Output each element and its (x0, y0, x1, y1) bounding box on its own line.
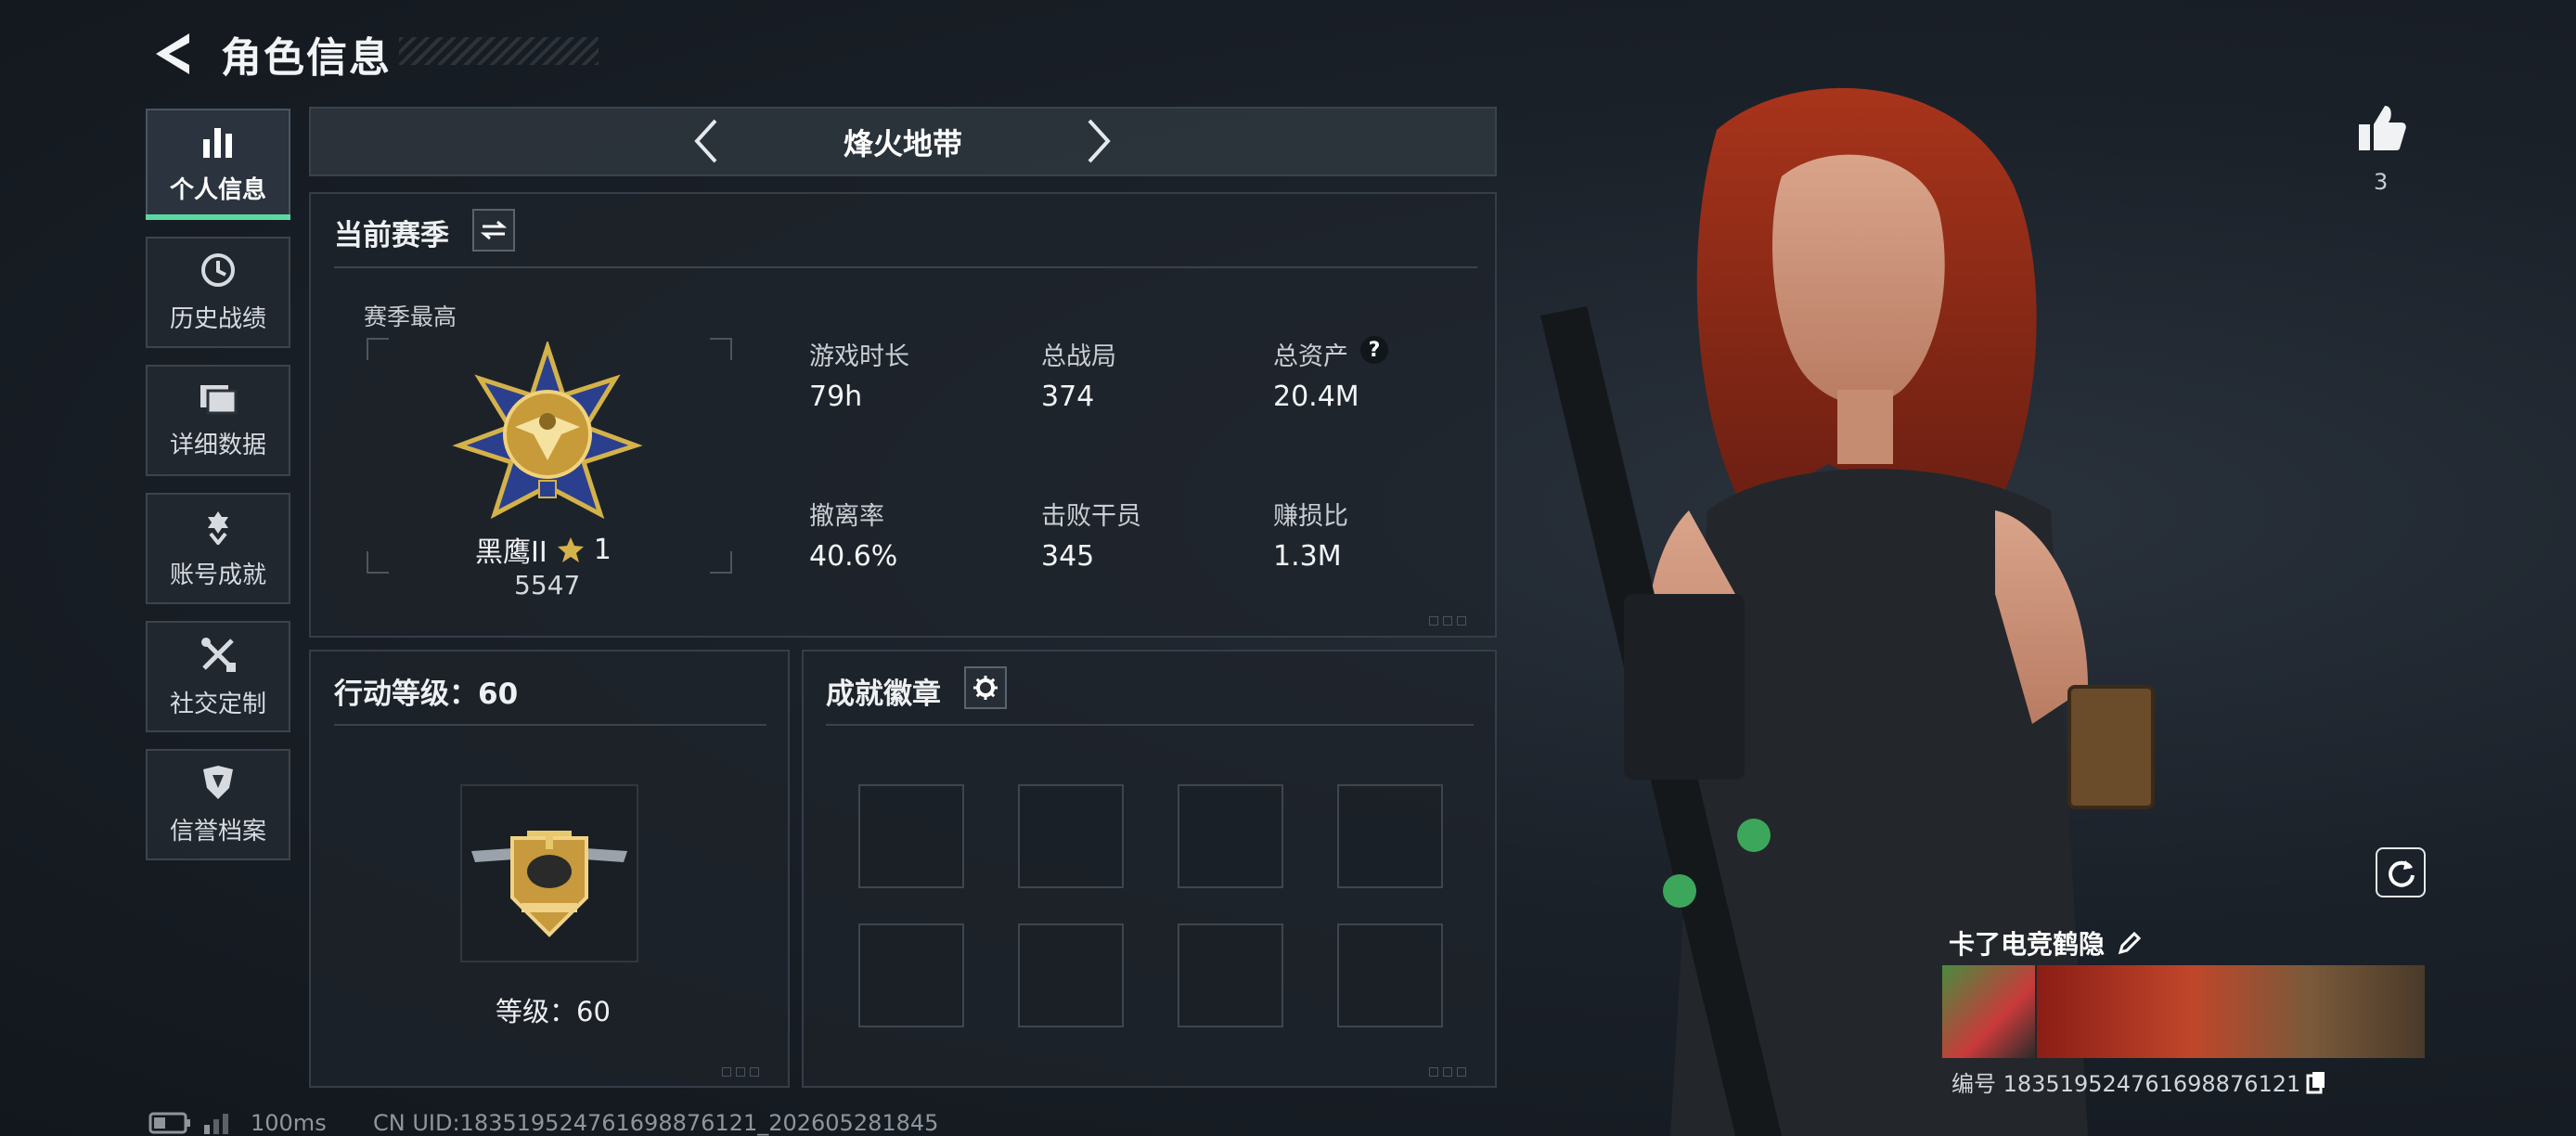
deco-square (1457, 1067, 1466, 1077)
title-decoration (399, 37, 599, 65)
season-divider (334, 266, 1477, 268)
active-indicator (146, 214, 290, 220)
swap-icon (481, 220, 507, 240)
battery-icon (148, 1112, 190, 1134)
avatar[interactable] (1942, 965, 2035, 1058)
stat-label: 击败干员 (1041, 502, 1141, 531)
history-clock-icon (200, 252, 237, 289)
badge-slot[interactable] (858, 923, 964, 1027)
level-text: 等级：60 (496, 996, 611, 1027)
edit-pencil-icon[interactable] (2118, 931, 2142, 955)
folder-icon (199, 381, 238, 415)
thumbs-up-icon[interactable] (2357, 104, 2407, 152)
uid-text: CN UID:183519524761698876121_20260528184… (373, 1110, 939, 1136)
frame-corner (367, 338, 389, 360)
stat-label: 撤离率 (809, 502, 884, 531)
star-icon (557, 537, 584, 562)
stat-value: 1.3M (1273, 540, 1342, 573)
signal-icon (204, 1114, 228, 1134)
badge-settings-button[interactable] (964, 666, 1007, 709)
gear-icon (973, 676, 998, 700)
stat-label: 游戏时长 (809, 342, 909, 371)
player-name-row: 卡了电竞鹤隐 (1949, 924, 2142, 962)
sidebar-item-personal-info[interactable]: 个人信息 (146, 109, 290, 220)
deco-square (750, 1067, 759, 1077)
player-id: 编号 1835195247616988761​21 (1951, 1071, 2301, 1097)
deco-square (736, 1067, 745, 1077)
stat-value: 40.6% (809, 540, 898, 573)
refresh-icon (2389, 860, 2415, 887)
rank-score: 5547 (514, 570, 581, 600)
badges-title: 成就徽章 (826, 678, 941, 711)
deco-square (1457, 616, 1466, 626)
frame-corner (710, 551, 732, 574)
panel-decoration (722, 1067, 759, 1077)
bar-chart-icon (200, 124, 236, 160)
stat-value: 20.4M (1273, 381, 1359, 413)
badge-slot[interactable] (1337, 923, 1443, 1027)
sidebar-item-history[interactable]: 历史战绩 (146, 237, 290, 348)
stat-label: 赚损比 (1273, 502, 1348, 531)
sidebar-item-credit[interactable]: 信誉档案 (146, 749, 290, 860)
chevron-left-icon[interactable] (691, 117, 719, 165)
deco-square (722, 1067, 731, 1077)
badge-slot[interactable] (1018, 923, 1124, 1027)
sidebar-item-social[interactable]: 社交定制 (146, 621, 290, 732)
badge-slot[interactable] (1178, 923, 1283, 1027)
sidebar-item-label: 详细数据 (169, 431, 266, 459)
player-name: 卡了电竞鹤隐 (1949, 929, 2106, 960)
refresh-button[interactable] (2376, 847, 2426, 897)
copy-icon[interactable] (2306, 1070, 2326, 1094)
badge-slot[interactable] (1178, 784, 1283, 888)
stat-value: 345 (1041, 540, 1095, 573)
stat-value: 374 (1041, 381, 1095, 413)
switch-season-button[interactable] (472, 209, 515, 252)
action-level-divider (334, 724, 766, 726)
stat-value: 79h (809, 381, 863, 413)
stat-label: 总战局 (1041, 342, 1116, 371)
action-level-title: 行动等级：60 (334, 678, 519, 711)
sidebar-item-label: 社交定制 (169, 690, 266, 718)
rank-medal-icon (452, 342, 643, 520)
tools-icon (199, 635, 238, 674)
sidebar-item-label: 历史战绩 (169, 304, 266, 333)
badge-slot[interactable] (858, 784, 964, 888)
help-icon[interactable]: ? (1360, 336, 1388, 364)
achievement-icon (200, 508, 237, 545)
panel-decoration (1429, 1067, 1466, 1077)
badge-slot[interactable] (1018, 784, 1124, 888)
profile-banner (2037, 965, 2425, 1058)
page-title: 角色信息 (221, 34, 392, 82)
ping-text: 100ms (251, 1110, 327, 1136)
deco-square (1429, 1067, 1438, 1077)
frame-corner (367, 551, 389, 574)
frame-corner (710, 338, 732, 360)
level-emblem-frame (460, 784, 638, 962)
rank-stars: 1 (593, 533, 612, 566)
rank-name: 黑鹰II (475, 536, 547, 569)
sidebar-item-achievements[interactable]: 账号成就 (146, 493, 290, 604)
sidebar-item-label: 个人信息 (169, 175, 266, 204)
sidebar-item-label: 账号成就 (169, 561, 266, 589)
badges-divider (826, 724, 1474, 726)
deco-square (1429, 616, 1438, 626)
rank-info: 黑鹰II 1 (475, 529, 612, 570)
mode-label: 烽火地带 (843, 125, 962, 161)
season-title: 当前赛季 (334, 219, 449, 252)
stat-label: 总资产 (1273, 342, 1348, 371)
season-best-label: 赛季最高 (364, 303, 457, 330)
player-id-row: 编号 1835195247616988761​21 (1951, 1065, 2326, 1098)
helicopter-emblem-icon (471, 831, 627, 937)
chevron-right-icon[interactable] (1086, 117, 1114, 165)
like-count: 3 (2374, 169, 2389, 195)
sidebar-item-detailed-data[interactable]: 详细数据 (146, 365, 290, 476)
panel-decoration (1429, 616, 1466, 626)
deco-square (1443, 1067, 1452, 1077)
deco-square (1443, 616, 1452, 626)
badge-slot[interactable] (1337, 784, 1443, 888)
back-arrow-icon[interactable] (148, 28, 195, 80)
shield-icon (200, 764, 237, 801)
sidebar-item-label: 信誉档案 (169, 817, 266, 846)
